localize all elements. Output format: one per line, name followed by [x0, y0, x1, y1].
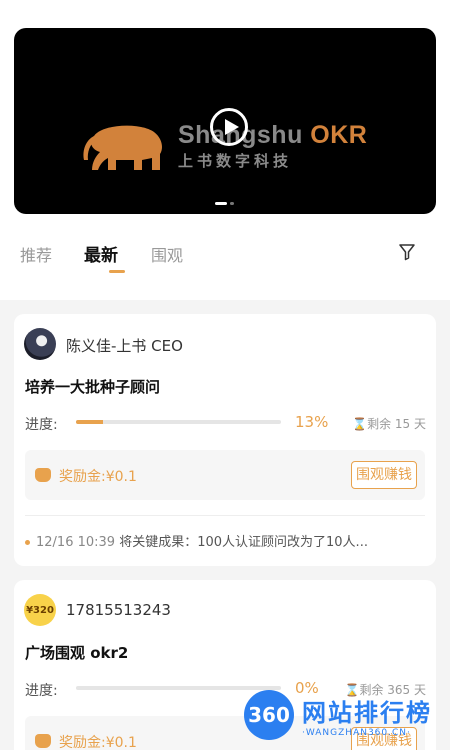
log-time: 12/16 10:39 [36, 535, 116, 550]
avatar: ¥320 [24, 594, 56, 626]
video-banner[interactable]: Shangshu OKR 上书数字科技 [14, 28, 436, 214]
money-bag-icon [35, 468, 51, 482]
reward-amount: 奖励金:¥0.1 [59, 735, 137, 750]
progress-bar [76, 420, 281, 424]
divider [25, 515, 425, 516]
logo-chinese: 上书数字科技 [178, 151, 293, 170]
activity-log[interactable]: 12/16 10:39 将关键成果：100人认证顾问改为了10人... [25, 531, 427, 550]
progress-percent: 13% [295, 413, 329, 431]
tab-latest[interactable]: 最新 [84, 241, 118, 266]
author-name: 陈义佳-上书 CEO [66, 337, 183, 355]
author-name: 17815513243 [66, 601, 171, 619]
okr-title[interactable]: 培养一大批种子顾问 [25, 376, 160, 397]
feed-tabs: 推荐 最新 围观 [14, 214, 436, 300]
active-tab-indicator [109, 270, 125, 273]
log-dot-icon [25, 540, 30, 545]
elephant-icon [83, 125, 162, 170]
time-remaining: ⌛剩余 15 天 [352, 417, 426, 431]
watermark-subtitle: ·WANGZHAN360.CN· [302, 727, 411, 738]
carousel-dot-active [215, 202, 227, 205]
carousel-dot [230, 202, 234, 205]
progress-label: 进度: [25, 417, 58, 433]
tab-recommended[interactable]: 推荐 [20, 242, 52, 266]
log-text: 将关键成果：100人认证顾问改为了10人... [119, 535, 368, 550]
money-bag-icon [35, 734, 51, 748]
watch-earn-button[interactable]: 围观赚钱 [351, 461, 417, 489]
hourglass-icon: ⌛ [352, 417, 368, 431]
watermark-badge: 360 [244, 690, 294, 740]
okr-card[interactable]: 陈义佳-上书 CEO 培养一大批种子顾问 进度: 13% ⌛剩余 15 天 奖励… [14, 314, 436, 566]
watermark: 360 网站排行榜 ·WANGZHAN360.CN· [244, 690, 432, 740]
reward-amount: 奖励金:¥0.1 [59, 469, 137, 485]
logo-english: Shangshu OKR [178, 120, 368, 149]
tab-watching[interactable]: 围观 [151, 242, 183, 266]
carousel-indicator [215, 202, 234, 205]
play-icon[interactable] [210, 108, 248, 146]
reward-box: 奖励金:¥0.1 围观赚钱 [25, 450, 425, 500]
okr-title[interactable]: 广场围观 okr2 [25, 642, 128, 663]
top-section: Shangshu OKR 上书数字科技 推荐 最新 围观 [0, 0, 450, 300]
avatar [24, 328, 56, 360]
filter-icon[interactable] [398, 243, 416, 261]
progress-label: 进度: [25, 683, 58, 699]
progress-bar-fill [76, 420, 103, 424]
watermark-title: 网站排行榜 [302, 698, 432, 727]
